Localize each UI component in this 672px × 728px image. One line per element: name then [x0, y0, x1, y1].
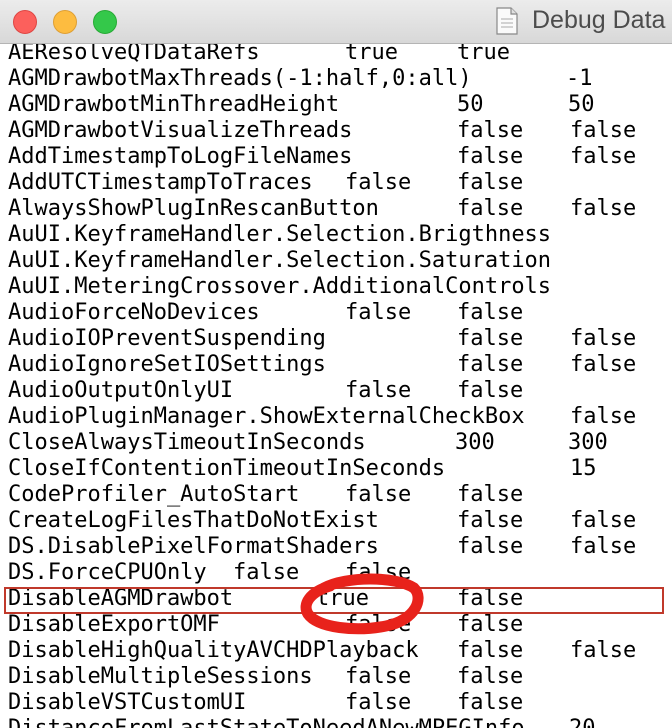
setting-key: AGMDrawbotVisualizeThreads: [8, 118, 353, 143]
setting-default: false: [570, 352, 637, 377]
setting-key: CodeProfiler_AutoStart: [8, 482, 300, 507]
list-item[interactable]: DistanceFromLastStateToNeedANewMPEGInfo 2…: [0, 716, 672, 728]
setting-value: 15: [570, 456, 597, 481]
setting-key: AddTimestampToLogFileNames: [8, 144, 353, 169]
close-button[interactable]: [13, 10, 37, 34]
red-circle-annotation: [300, 573, 424, 635]
setting-default: false: [457, 170, 524, 195]
list-item[interactable]: AudioForceNoDevices false false: [0, 300, 672, 326]
document-icon: [496, 7, 518, 35]
title-bar: Debug Data: [0, 0, 672, 44]
setting-default: false: [457, 612, 524, 637]
setting-default: true: [457, 44, 510, 65]
setting-key: AudioIOPreventSuspending: [8, 326, 326, 351]
list-item[interactable]: AGMDrawbotVisualizeThreads false false: [0, 118, 672, 144]
setting-value: false: [345, 664, 412, 689]
setting-value: false: [345, 690, 412, 715]
setting-default: false: [570, 326, 637, 351]
list-item[interactable]: DisableVSTCustomUI false false: [0, 690, 672, 716]
list-item[interactable]: AudioIOPreventSuspending false false: [0, 326, 672, 352]
list-item[interactable]: DisableMultipleSessions false false: [0, 664, 672, 690]
setting-default: false: [457, 690, 524, 715]
list-item[interactable]: AddTimestampToLogFileNames false false: [0, 144, 672, 170]
setting-default: false: [570, 534, 637, 559]
setting-key: AGMDrawbotMaxThreads(-1:half,0:all): [8, 66, 472, 91]
setting-key: AudioPluginManager.ShowExternalCheckBox: [8, 404, 525, 429]
setting-value: false: [457, 326, 524, 351]
setting-value: false: [345, 482, 412, 507]
setting-value: 300: [455, 430, 495, 455]
setting-default: false: [457, 664, 524, 689]
list-item[interactable]: AlwaysShowPlugInRescanButton false false: [0, 196, 672, 222]
setting-key: AEResolveQTDataRefs: [8, 44, 260, 65]
setting-default: false: [570, 144, 637, 169]
setting-key: DS.ForceCPUOnly: [8, 560, 207, 585]
list-item[interactable]: DisableHighQualityAVCHDPlayback false fals…: [0, 638, 672, 664]
list-item[interactable]: AudioOutputOnlyUI false false: [0, 378, 672, 404]
setting-key: DisableMultipleSessions: [8, 664, 313, 689]
list-item[interactable]: AGMDrawbotMaxThreads(-1:half,0:all) -1: [0, 66, 672, 92]
setting-value: false: [457, 534, 524, 559]
setting-default: false: [570, 118, 637, 143]
setting-key: AuUI.MeteringCrossover.AdditionalControl…: [8, 274, 552, 299]
minimize-button[interactable]: [53, 10, 77, 34]
zoom-button[interactable]: [93, 10, 117, 34]
setting-key: DisableExportOMF: [8, 612, 220, 637]
setting-key: CreateLogFilesThatDoNotExist: [8, 508, 379, 533]
setting-key: AddUTCTimestampToTraces: [8, 170, 313, 195]
setting-key: CloseAlwaysTimeoutInSeconds: [8, 430, 366, 455]
list-item[interactable]: AudioIgnoreSetIOSettings false false: [0, 352, 672, 378]
list-item[interactable]: AEResolveQTDataRefs true true: [0, 44, 672, 66]
setting-default: false: [457, 378, 524, 403]
list-item[interactable]: AddUTCTimestampToTraces false false: [0, 170, 672, 196]
list-item[interactable]: AGMDrawbotMinThreadHeight 50 50: [0, 92, 672, 118]
list-item[interactable]: AuUI.KeyframeHandler.Selection.Saturatio…: [0, 248, 672, 274]
setting-value: false: [457, 118, 524, 143]
list-item[interactable]: CloseAlwaysTimeoutInSeconds 300 300: [0, 430, 672, 456]
setting-value: 50: [457, 92, 484, 117]
setting-value: false: [457, 352, 524, 377]
list-item[interactable]: CloseIfContentionTimeoutInSeconds 15: [0, 456, 672, 482]
setting-default: false: [570, 508, 637, 533]
setting-value: false: [457, 638, 524, 663]
setting-value: true: [345, 44, 398, 65]
list-item[interactable]: DS.DisablePixelFormatShaders false false: [0, 534, 672, 560]
setting-value: false: [457, 196, 524, 221]
setting-value: -1: [566, 66, 593, 91]
setting-default: false: [570, 196, 637, 221]
setting-default: 50: [568, 92, 595, 117]
setting-key: DistanceFromLastStateToNeedANewMPEGInfo: [8, 716, 525, 728]
debug-data-list[interactable]: DistanceFromLastStateToNeedANewMPEGInfo 2…: [0, 44, 672, 728]
setting-key: AuUI.KeyframeHandler.Selection.Brigthnes…: [8, 222, 552, 247]
setting-default: false: [457, 482, 524, 507]
setting-value: false: [570, 404, 637, 429]
setting-value: false: [345, 170, 412, 195]
setting-default: 300: [568, 430, 608, 455]
setting-key: CloseIfContentionTimeoutInSeconds: [8, 456, 446, 481]
setting-key: AudioIgnoreSetIOSettings: [8, 352, 326, 377]
setting-value: 20: [569, 716, 596, 728]
setting-key: AudioOutputOnlyUI: [8, 378, 234, 403]
list-item[interactable]: AuUI.MeteringCrossover.AdditionalControl…: [0, 274, 672, 300]
setting-key: DisableHighQualityAVCHDPlayback: [8, 638, 419, 663]
setting-key: AGMDrawbotMinThreadHeight: [8, 92, 340, 117]
list-item[interactable]: AuUI.KeyframeHandler.Selection.Brigthnes…: [0, 222, 672, 248]
setting-value: false: [345, 378, 412, 403]
setting-value: false: [345, 300, 412, 325]
list-item[interactable]: CreateLogFilesThatDoNotExist false false: [0, 508, 672, 534]
setting-default: false: [457, 300, 524, 325]
setting-value: false: [233, 560, 300, 585]
setting-key: AuUI.KeyframeHandler.Selection.Saturatio…: [8, 248, 552, 273]
setting-value: false: [457, 508, 524, 533]
list-item[interactable]: AudioPluginManager.ShowExternalCheckBox f…: [0, 404, 672, 430]
list-item[interactable]: CodeProfiler_AutoStart false false: [0, 482, 672, 508]
setting-key: DisableVSTCustomUI: [8, 690, 247, 715]
setting-key: DS.DisablePixelFormatShaders: [8, 534, 379, 559]
setting-value: false: [457, 144, 524, 169]
setting-key: AudioForceNoDevices: [8, 300, 260, 325]
window-title: Debug Data: [532, 6, 666, 34]
setting-key: AlwaysShowPlugInRescanButton: [8, 196, 379, 221]
setting-default: false: [570, 638, 637, 663]
